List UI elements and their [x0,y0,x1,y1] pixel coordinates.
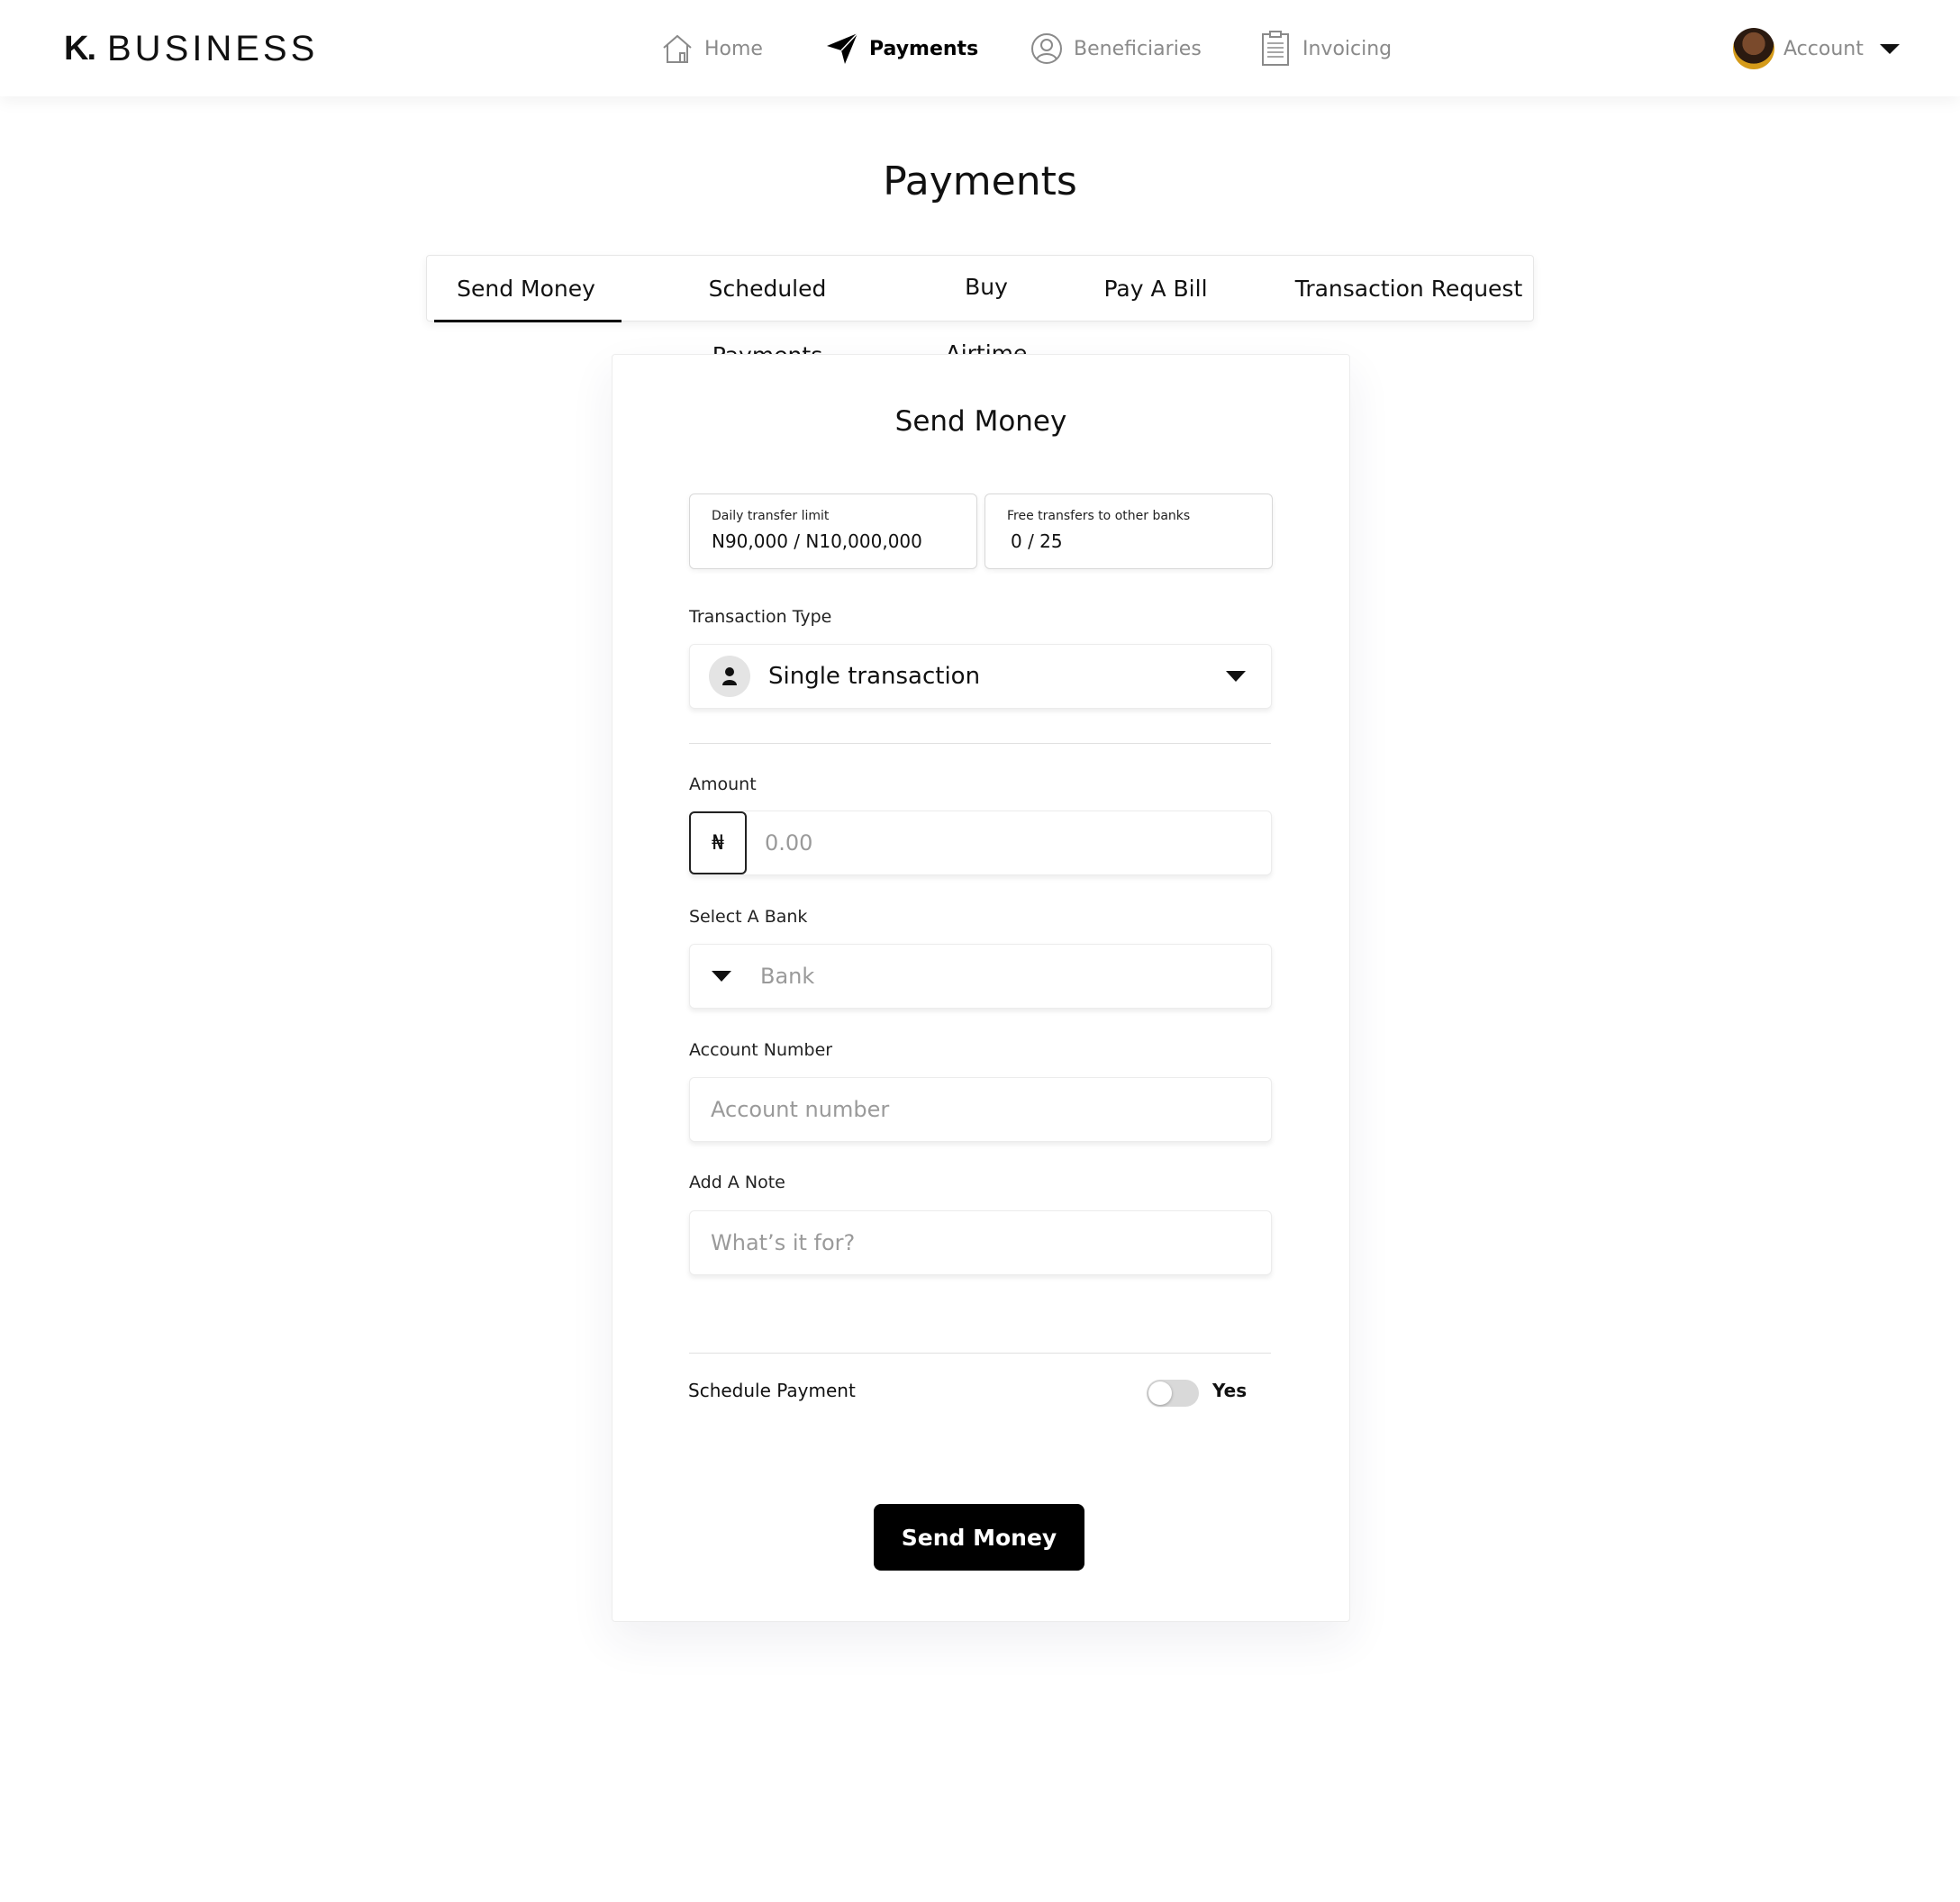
chevron-down-icon [1226,671,1246,682]
nav-label-beneficiaries: Beneficiaries [1074,37,1202,60]
chevron-down-icon [1879,43,1900,54]
amount-placeholder: 0.00 [765,830,813,856]
bank-label: Select A Bank [689,907,808,927]
nav-item-payments[interactable]: Payments [824,27,978,70]
tab-buy-airtime[interactable]: Buy Airtime [921,254,1052,367]
clipboard-icon [1257,31,1293,67]
user-circle-icon [1029,31,1065,67]
account-label: Account [1783,37,1864,60]
brand-mark: K. [64,29,96,68]
nav-item-home[interactable]: Home [659,27,763,70]
transaction-type-value: Single transaction [768,663,981,690]
top-navigation-bar: K. BUSINESS Home Payments Beneficiaries … [0,0,1960,96]
amount-label: Amount [689,774,757,794]
account-menu[interactable]: Account [1733,27,1900,70]
nav-label-invoicing: Invoicing [1302,37,1393,60]
note-label: Add A Note [689,1173,785,1192]
avatar [1733,28,1774,69]
bank-placeholder: Bank [760,964,815,989]
free-transfers-box: Free transfers to other banks 0 / 25 [985,494,1273,569]
schedule-payment-label: Schedule Payment [688,1380,856,1401]
nav-item-invoicing[interactable]: Invoicing [1257,27,1392,70]
form-title: Send Money [894,405,1067,438]
naira-currency-icon: ₦ [689,811,747,874]
divider [689,743,1271,744]
brand-name: BUSINESS [107,28,319,68]
send-money-button[interactable]: Send Money [874,1504,1084,1571]
daily-limit-box: Daily transfer limit N90,000 / N10,000,0… [689,494,977,569]
brand-logo[interactable]: K. BUSINESS [64,28,319,68]
page-title: Payments [883,158,1077,204]
divider [689,1353,1271,1354]
tab-scheduled-payments[interactable]: Scheduled Payments [652,256,883,368]
account-number-input[interactable]: Account number [689,1077,1272,1142]
account-number-label: Account Number [689,1040,833,1060]
bank-select[interactable]: Bank [689,944,1272,1009]
account-number-placeholder: Account number [711,1097,890,1122]
note-placeholder: What’s it for? [711,1230,856,1255]
note-input[interactable]: What’s it for? [689,1210,1272,1275]
send-money-card: Send Money Daily transfer limit N90,000 … [612,354,1350,1622]
chevron-down-icon [712,971,731,982]
daily-limit-value: N90,000 / N10,000,000 [712,530,922,552]
free-transfers-label: Free transfers to other banks [1007,509,1191,523]
schedule-payment-toggle[interactable] [1147,1380,1199,1407]
transaction-type-select[interactable]: Single transaction [689,644,1272,709]
schedule-toggle-text: Yes [1212,1380,1248,1401]
home-icon [659,31,695,67]
nav-label-home: Home [704,37,763,60]
nav-label-payments: Payments [869,37,979,60]
tab-send-money[interactable]: Send Money [431,256,622,322]
toggle-knob [1148,1381,1172,1405]
send-icon [824,31,860,67]
daily-limit-label: Daily transfer limit [712,509,830,523]
nav-item-beneficiaries[interactable]: Beneficiaries [1029,27,1202,70]
amount-field[interactable]: ₦ 0.00 [689,811,1272,875]
person-icon [709,656,750,697]
payment-tabs: Send Money Scheduled Payments Buy Airtim… [426,254,1534,368]
tab-transaction-request[interactable]: Transaction Request [1292,256,1526,322]
free-transfers-value: 0 / 25 [1011,530,1063,552]
tab-pay-a-bill[interactable]: Pay A Bill [1102,256,1209,322]
transaction-type-label: Transaction Type [689,607,832,627]
